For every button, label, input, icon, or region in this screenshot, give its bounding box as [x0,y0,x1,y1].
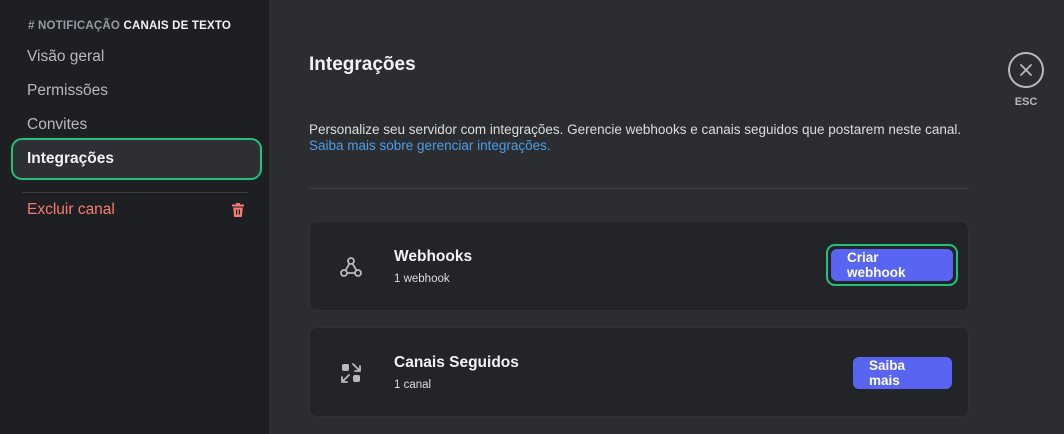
followed-channels-title: Canais Seguidos [394,354,519,371]
sidebar-item-label: Convites [27,116,88,133]
sidebar-item-integrations[interactable]: Integrações [11,138,262,180]
sidebar-item-label: Visão geral [27,48,105,65]
sidebar-item-label: Integrações [27,150,115,167]
create-webhook-button-focus: Criar webhook [826,244,958,286]
webhooks-count: 1 webhook [394,273,450,285]
section-divider [309,188,969,189]
esc-label: ESC [1014,96,1038,108]
sidebar-item-label: Permissões [27,82,108,99]
followed-channels-card: Canais Seguidos 1 canal Saiba mais [309,327,969,417]
sidebar-item-permissions[interactable]: Permissões [13,72,260,110]
webhooks-title: Webhooks [394,248,473,265]
followed-channels-count: 1 canal [394,379,432,391]
webhook-icon [340,257,362,277]
channel-category: CANAIS DE TEXTO [123,20,232,32]
sidebar-item-overview[interactable]: Visão geral [13,38,260,76]
learn-more-link[interactable]: Saiba mais sobre gerenciar integrações. [309,138,551,153]
sidebar-header: # NOTIFICAÇÃO CANAIS DE TEXTO [28,20,231,32]
sidebar-item-invites[interactable]: Convites [13,106,260,144]
delete-channel-label: Excluir canal [27,201,115,218]
hash-icon: # [28,20,35,32]
close-icon [1020,64,1032,76]
webhooks-card: Webhooks 1 webhook Criar webhook [309,221,969,311]
close-button[interactable] [1008,52,1044,88]
learn-more-button[interactable]: Saiba mais [853,357,952,389]
page-title: Integrações [309,54,416,75]
delete-channel-button[interactable]: Excluir canal [13,191,260,229]
page-description: Personalize seu servidor com integrações… [309,122,962,137]
create-webhook-button[interactable]: Criar webhook [831,249,953,281]
followed-channels-icon [341,363,361,383]
channel-name: NOTIFICAÇÃO [38,20,121,32]
sidebar: # NOTIFICAÇÃO CANAIS DE TEXTO Visão gera… [0,0,269,434]
trash-icon [232,203,244,217]
